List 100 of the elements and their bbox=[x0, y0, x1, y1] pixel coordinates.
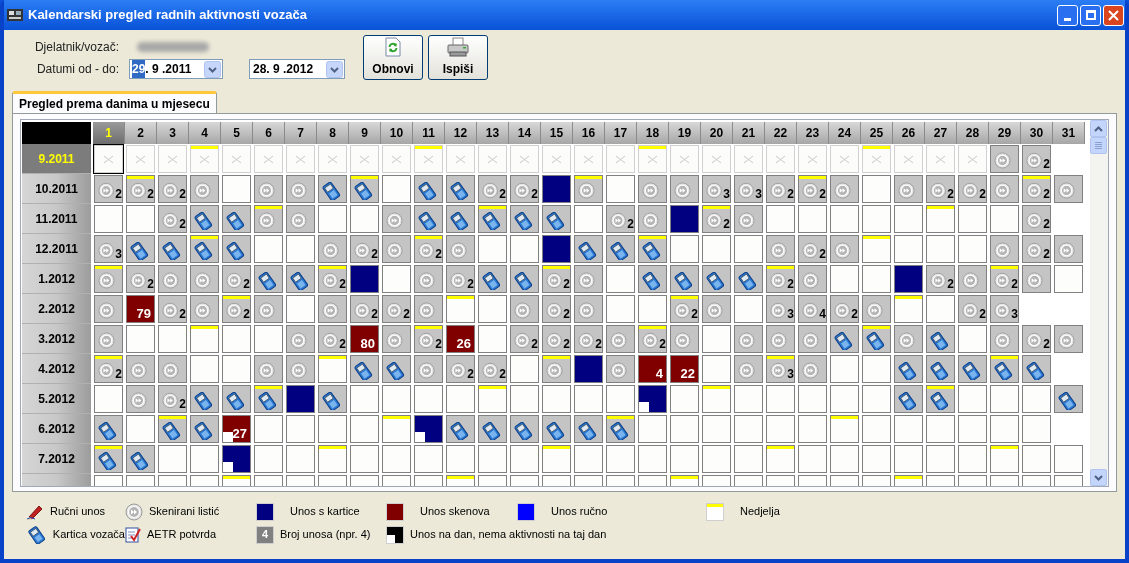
day-cell[interactable]: 2 bbox=[382, 295, 411, 323]
day-cell[interactable] bbox=[830, 415, 859, 443]
day-cell[interactable]: 2 bbox=[158, 205, 187, 233]
day-cell[interactable] bbox=[286, 355, 315, 383]
day-cell[interactable] bbox=[798, 385, 827, 413]
day-cell[interactable] bbox=[350, 385, 379, 413]
day-cell[interactable] bbox=[702, 355, 731, 383]
day-cell[interactable]: 2 bbox=[830, 295, 859, 323]
day-header[interactable]: 2 bbox=[125, 122, 157, 144]
day-cell[interactable] bbox=[382, 445, 411, 473]
day-header[interactable]: 1 bbox=[93, 122, 125, 144]
day-cell[interactable] bbox=[990, 355, 1019, 383]
day-cell[interactable]: 2 bbox=[318, 325, 347, 353]
day-cell[interactable] bbox=[414, 355, 443, 383]
day-cell[interactable] bbox=[254, 205, 283, 233]
day-cell[interactable]: 2 bbox=[542, 295, 571, 323]
day-cell[interactable] bbox=[766, 445, 795, 473]
day-cell[interactable]: 4 bbox=[638, 355, 667, 383]
day-cell[interactable] bbox=[894, 355, 923, 383]
day-cell[interactable] bbox=[254, 175, 283, 203]
day-cell[interactable] bbox=[222, 385, 251, 413]
day-cell[interactable] bbox=[158, 355, 187, 383]
day-cell[interactable] bbox=[766, 415, 795, 443]
day-cell[interactable] bbox=[1022, 385, 1051, 413]
day-cell[interactable] bbox=[606, 265, 635, 293]
month-label[interactable]: 1.2012 bbox=[22, 264, 91, 294]
day-cell[interactable] bbox=[414, 265, 443, 293]
day-cell[interactable] bbox=[574, 205, 603, 233]
day-cell[interactable] bbox=[542, 205, 571, 233]
day-cell[interactable] bbox=[1054, 385, 1083, 413]
day-cell[interactable] bbox=[286, 175, 315, 203]
day-cell[interactable]: 2 bbox=[94, 355, 123, 383]
day-cell[interactable] bbox=[510, 355, 539, 383]
day-cell[interactable] bbox=[414, 445, 443, 473]
day-cell[interactable] bbox=[542, 355, 571, 383]
day-cell[interactable]: 79 bbox=[126, 295, 155, 323]
day-cell[interactable] bbox=[94, 385, 123, 413]
day-cell[interactable] bbox=[702, 415, 731, 443]
day-cell[interactable] bbox=[574, 295, 603, 323]
day-cell[interactable]: 2 bbox=[766, 265, 795, 293]
day-cell[interactable]: 2 bbox=[702, 205, 731, 233]
day-cell[interactable] bbox=[318, 205, 347, 233]
day-cell[interactable]: 2 bbox=[350, 235, 379, 263]
day-cell[interactable] bbox=[734, 445, 763, 473]
day-cell[interactable] bbox=[190, 175, 219, 203]
day-cell[interactable] bbox=[798, 265, 827, 293]
day-header[interactable]: 9 bbox=[349, 122, 381, 144]
day-cell[interactable] bbox=[638, 265, 667, 293]
day-cell[interactable] bbox=[766, 385, 795, 413]
day-header[interactable]: 24 bbox=[829, 122, 861, 144]
day-cell[interactable] bbox=[926, 205, 955, 233]
day-cell[interactable] bbox=[734, 205, 763, 233]
day-cell[interactable] bbox=[958, 205, 987, 233]
day-cell[interactable] bbox=[254, 325, 283, 353]
day-cell[interactable] bbox=[254, 235, 283, 263]
day-header[interactable]: 21 bbox=[733, 122, 765, 144]
day-cell[interactable]: 2 bbox=[926, 175, 955, 203]
day-cell[interactable] bbox=[638, 415, 667, 443]
day-cell[interactable] bbox=[382, 415, 411, 443]
day-cell[interactable] bbox=[190, 355, 219, 383]
day-cell[interactable] bbox=[830, 235, 859, 263]
day-cell[interactable]: 2 bbox=[510, 175, 539, 203]
day-cell[interactable] bbox=[254, 385, 283, 413]
day-cell[interactable] bbox=[350, 355, 379, 383]
day-cell[interactable]: 2 bbox=[798, 175, 827, 203]
day-cell[interactable]: 2 bbox=[222, 295, 251, 323]
day-cell[interactable] bbox=[222, 175, 251, 203]
day-cell[interactable] bbox=[894, 235, 923, 263]
date-from-field[interactable]: 29. 9 .2011 bbox=[129, 59, 223, 79]
day-cell[interactable] bbox=[638, 175, 667, 203]
day-cell[interactable] bbox=[894, 415, 923, 443]
month-label[interactable]: 6.2012 bbox=[22, 414, 91, 444]
day-cell[interactable]: 2 bbox=[958, 295, 987, 323]
day-cell[interactable] bbox=[926, 385, 955, 413]
day-cell[interactable] bbox=[254, 415, 283, 443]
day-cell[interactable] bbox=[1022, 355, 1051, 383]
day-cell[interactable] bbox=[734, 265, 763, 293]
day-cell[interactable] bbox=[830, 355, 859, 383]
day-cell[interactable] bbox=[286, 445, 315, 473]
day-cell[interactable] bbox=[1054, 445, 1083, 473]
day-cell[interactable] bbox=[638, 235, 667, 263]
day-cell[interactable] bbox=[350, 445, 379, 473]
day-cell[interactable] bbox=[734, 325, 763, 353]
day-cell[interactable] bbox=[606, 295, 635, 323]
day-cell[interactable] bbox=[1054, 325, 1083, 353]
day-cell[interactable] bbox=[926, 445, 955, 473]
day-cell[interactable] bbox=[958, 325, 987, 353]
day-cell[interactable] bbox=[318, 445, 347, 473]
day-cell[interactable] bbox=[478, 385, 507, 413]
day-cell[interactable]: 2 bbox=[478, 175, 507, 203]
day-cell[interactable] bbox=[862, 445, 891, 473]
day-cell[interactable]: 3 bbox=[734, 175, 763, 203]
day-cell[interactable] bbox=[894, 205, 923, 233]
scrollbar[interactable] bbox=[1090, 120, 1108, 486]
day-cell[interactable] bbox=[510, 235, 539, 263]
day-header[interactable]: 6 bbox=[253, 122, 285, 144]
scroll-down-button[interactable] bbox=[1090, 469, 1107, 486]
day-cell[interactable]: 2 bbox=[542, 325, 571, 353]
day-cell[interactable] bbox=[862, 205, 891, 233]
day-cell[interactable] bbox=[222, 325, 251, 353]
